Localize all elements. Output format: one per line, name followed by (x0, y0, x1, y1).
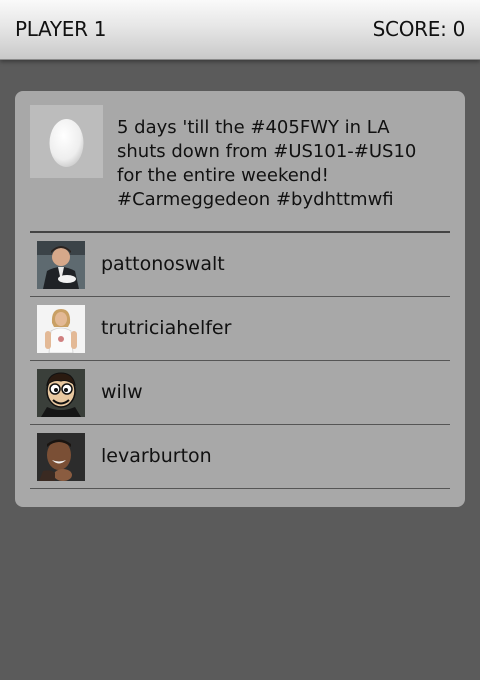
answer-handle: wilw (101, 381, 143, 403)
tweet-line: #Carmeggedeon #bydhttmwfi (117, 189, 394, 210)
answer-choice-wilw[interactable]: wilw (30, 361, 450, 425)
woman-in-white-avatar-icon (37, 305, 85, 353)
answer-list: pattonoswalt trutriciahelfer wilw levarb… (30, 233, 450, 489)
score-label: SCORE: 0 (372, 17, 466, 41)
cartoon-man-avatar-icon (37, 369, 85, 417)
tweet-line: 5 days 'till the #405FWY in LA (117, 117, 390, 138)
man-in-suit-avatar-icon (37, 241, 85, 289)
answer-handle: levarburton (101, 445, 212, 467)
answer-choice-levarburton[interactable]: levarburton (30, 425, 450, 489)
egg-avatar-icon (30, 105, 103, 178)
tweet-line: for the entire weekend! (117, 165, 329, 186)
answer-handle: pattonoswalt (101, 253, 225, 275)
tweet-text: 5 days 'till the #405FWY in LA shuts dow… (117, 116, 447, 212)
smiling-man-avatar-icon (37, 433, 85, 481)
quiz-card: 5 days 'till the #405FWY in LA shuts dow… (15, 91, 465, 507)
tweet: 5 days 'till the #405FWY in LA shuts dow… (30, 105, 450, 215)
tweet-line: shuts down from #US101-#US10 (117, 141, 417, 162)
player-label: PLAYER 1 (15, 17, 107, 41)
answer-handle: trutriciahelfer (101, 317, 232, 339)
title-bar: PLAYER 1 SCORE: 0 (0, 0, 480, 60)
answer-choice-pattonoswalt[interactable]: pattonoswalt (30, 233, 450, 297)
answer-choice-trutriciahelfer[interactable]: trutriciahelfer (30, 297, 450, 361)
